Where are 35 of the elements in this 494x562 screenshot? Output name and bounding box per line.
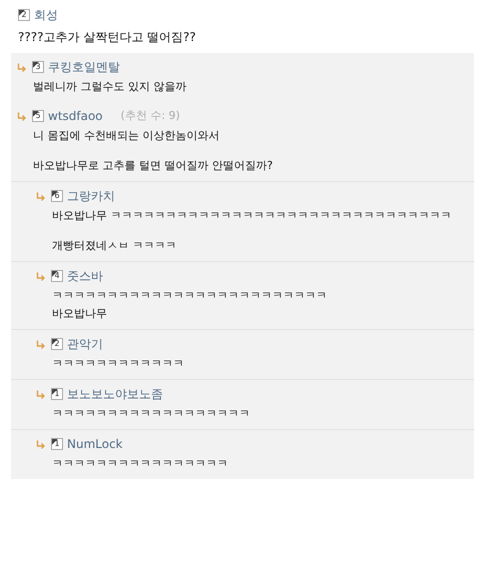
level-badge: 1 — [51, 388, 63, 400]
reply-arrow-icon — [36, 192, 45, 200]
reply-text: 벌레니까 그럴수도 있지 않을까 — [33, 79, 186, 95]
vote-count: (추천 수: 9) — [120, 108, 180, 124]
reply-text: 바오밥나무로 고추를 털면 떨어질까 안떨어질까? — [33, 158, 273, 174]
reply-text: 바오밥나무 ㅋㅋㅋㅋㅋㅋㅋㅋㅋㅋㅋㅋㅋㅋㅋㅋㅋㅋㅋㅋㅋㅋㅋㅋㅋㅋㅋㅋㅋㅋㅋ — [52, 208, 452, 224]
author-name[interactable]: 쿠킹호일멘탈 — [48, 59, 120, 75]
reply-arrow-icon — [36, 390, 45, 398]
reply-arrow-icon — [17, 62, 26, 72]
reply-text: ㅋㅋㅋㅋㅋㅋㅋㅋㅋㅋㅋㅋㅋㅋㅋㅋ — [52, 456, 228, 472]
level-badge: 1 — [51, 438, 63, 450]
level-badge: 3 — [32, 61, 44, 73]
author-name[interactable]: 줏스바 — [67, 268, 103, 284]
comment-text: ????고추가 살짝턴다고 떨어짐?? — [18, 29, 196, 45]
level-badge: 2 — [18, 9, 30, 21]
level-badge: 5 — [32, 110, 44, 122]
reply-arrow-icon — [36, 340, 45, 348]
reply-arrow-icon — [17, 112, 26, 120]
reply-arrow-icon — [36, 272, 45, 280]
reply-text: ㅋㅋㅋㅋㅋㅋㅋㅋㅋㅋㅋㅋㅋㅋㅋㅋㅋㅋㅋㅋㅋㅋㅋㅋㅋ — [52, 288, 327, 304]
reply-text: 니 몸집에 수천배되는 이상한놈이와서 — [33, 128, 220, 144]
reply-text: 개빵터졌네ㅅㅂ ㅋㅋㅋㅋ — [52, 238, 176, 254]
author-name[interactable]: 관악기 — [67, 336, 103, 352]
level-badge: 2 — [51, 338, 63, 350]
reply-text: 바오밥나무 — [52, 306, 107, 322]
level-badge: 6 — [51, 190, 63, 202]
author-name[interactable]: 회성 — [34, 7, 58, 23]
author-name[interactable]: NumLock — [67, 436, 123, 452]
reply-text: ㅋㅋㅋㅋㅋㅋㅋㅋㅋㅋㅋㅋ — [52, 356, 184, 372]
level-badge: 4 — [51, 270, 63, 282]
reply-arrow-icon — [36, 440, 45, 448]
author-name[interactable]: 그랑카치 — [67, 188, 115, 204]
author-name[interactable]: 보노보노야보노좀 — [67, 386, 163, 402]
reply-text: ㅋㅋㅋㅋㅋㅋㅋㅋㅋㅋㅋㅋㅋㅋㅋㅋㅋㅋ — [52, 406, 250, 422]
author-name[interactable]: wtsdfaoo — [48, 108, 103, 124]
